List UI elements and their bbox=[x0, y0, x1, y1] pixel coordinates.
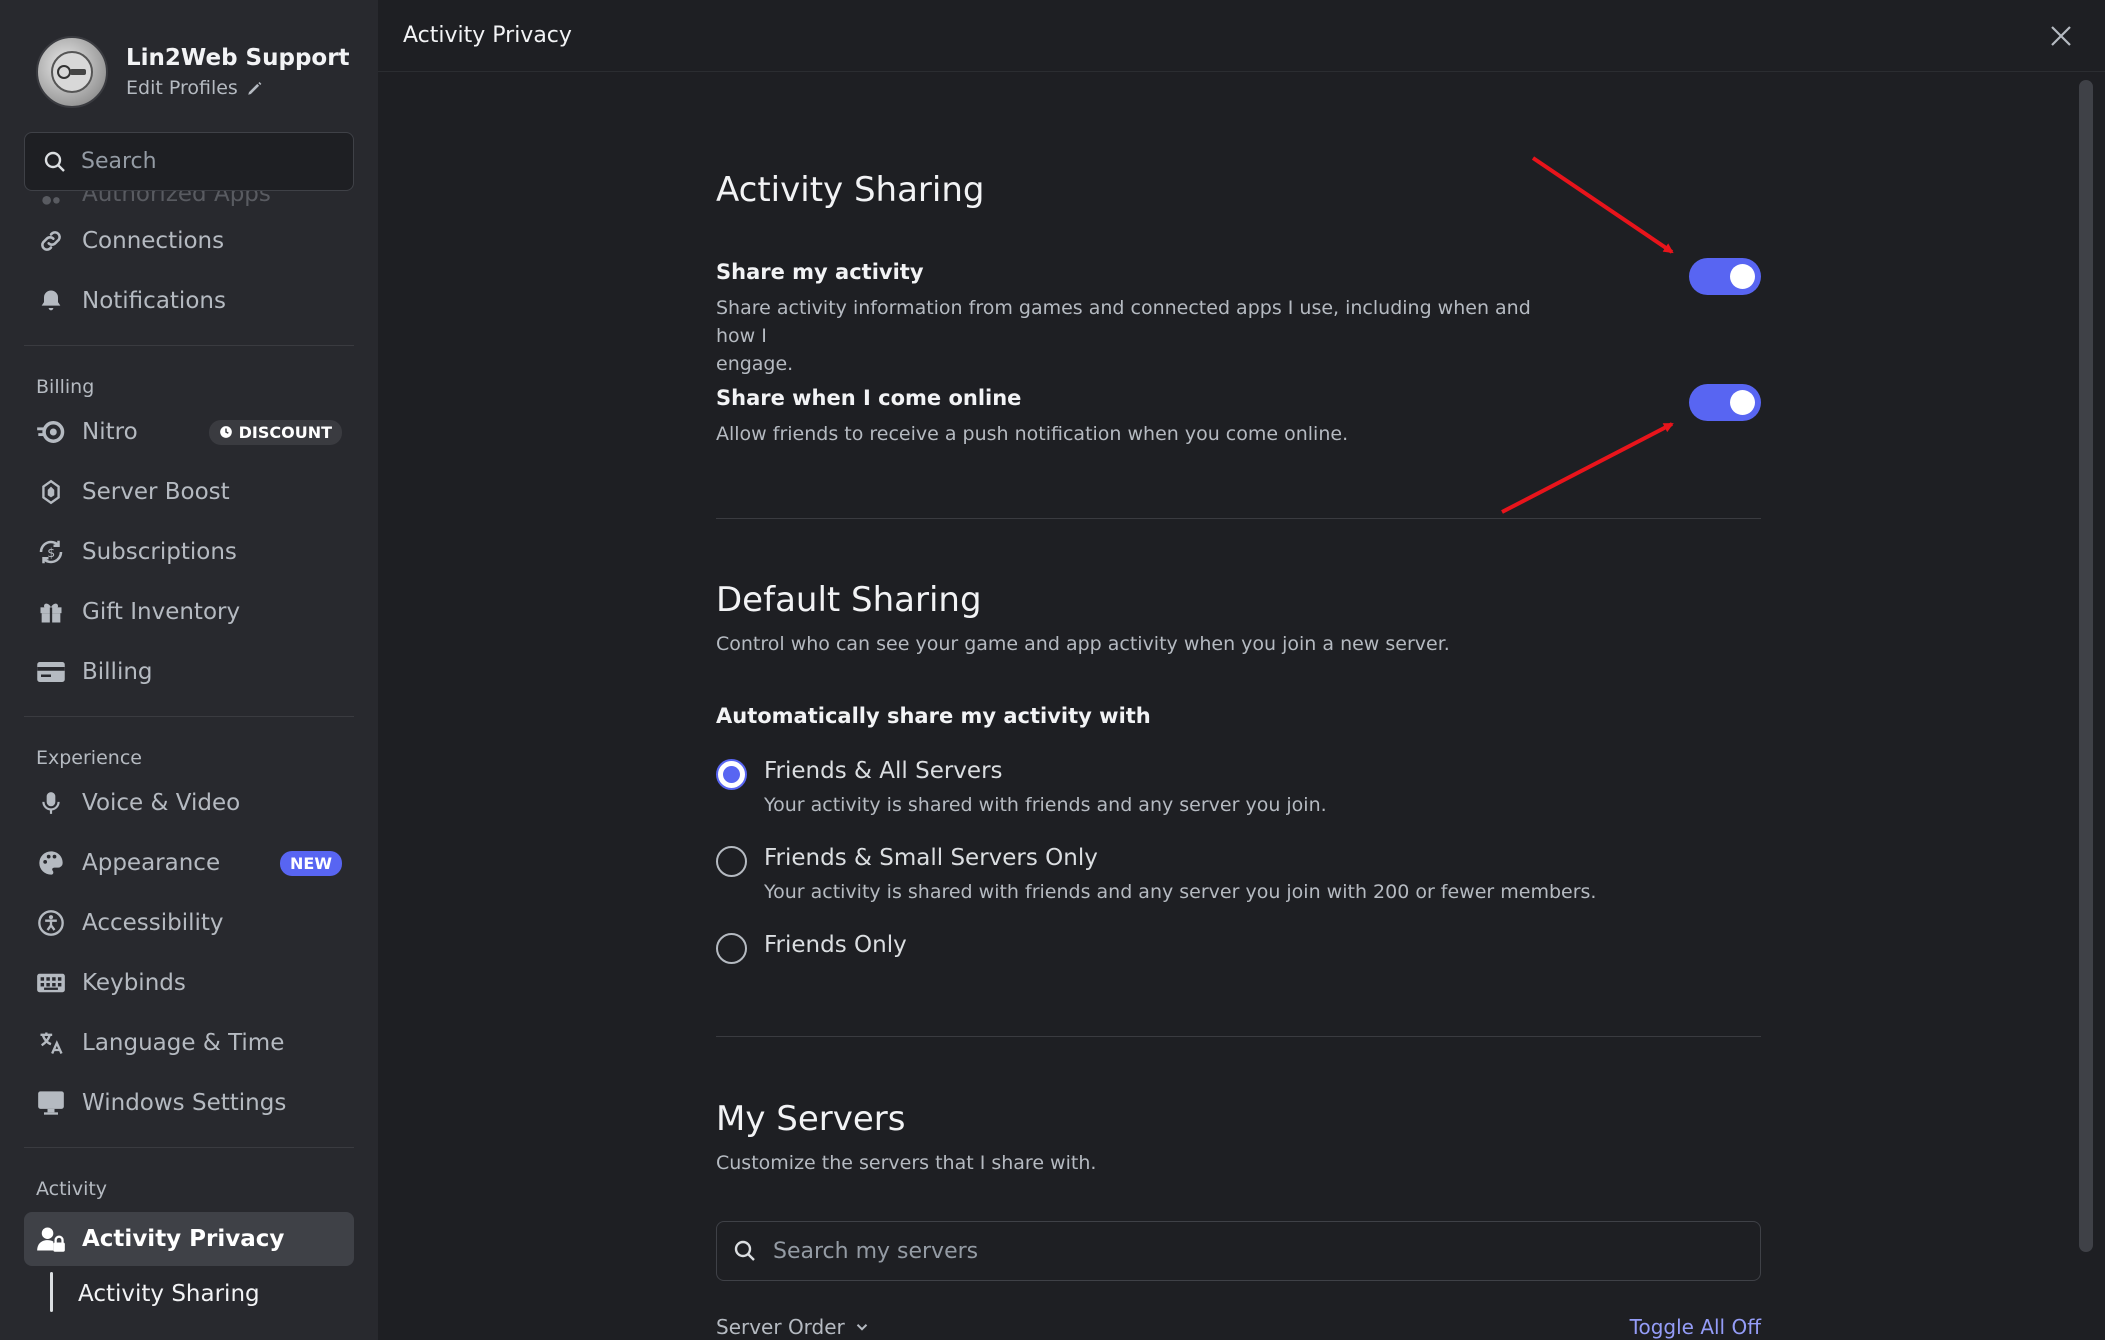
settings-window: Lin2Web Support Edit Profiles Authorized… bbox=[0, 0, 2105, 1340]
annotation-arrows bbox=[1501, 156, 1674, 514]
annotation-arrow-bottom bbox=[1501, 422, 1674, 514]
annotation-arrow-top bbox=[1531, 156, 1674, 254]
